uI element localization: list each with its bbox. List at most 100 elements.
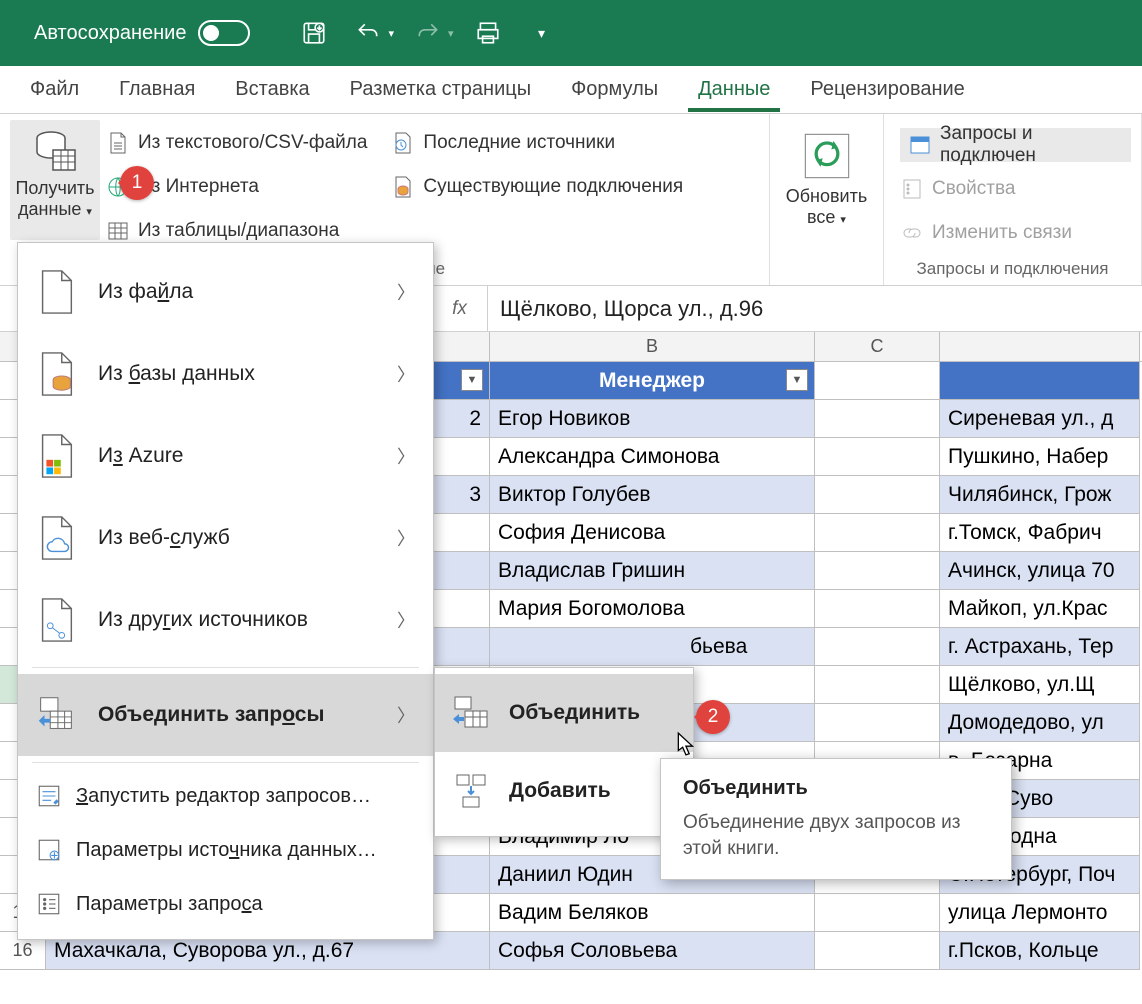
cell[interactable] (815, 400, 940, 438)
annotation-badge-2: 2 (696, 700, 730, 734)
cell[interactable]: бьева (490, 628, 815, 666)
table-icon (106, 219, 130, 243)
col-header-B[interactable]: B (490, 332, 815, 361)
get-data-label1: Получить (15, 178, 94, 198)
tab-formulas[interactable]: Формулы (551, 68, 678, 111)
from-csv-button[interactable]: Из текстового/CSV-файла (106, 126, 367, 160)
queries-icon (908, 133, 932, 157)
get-data-menu: Из файла 〉 Из базы данных 〉 Из Azure 〉 И… (17, 242, 434, 940)
database-icon (31, 128, 79, 176)
tab-data[interactable]: Данные (678, 68, 790, 111)
cell[interactable]: Александра Симонова (490, 438, 815, 476)
combine-icon (36, 692, 76, 738)
file-db-icon (36, 351, 76, 397)
ribbon-tabs: Файл Главная Вставка Разметка страницы Ф… (0, 66, 1142, 114)
append-icon (451, 771, 491, 811)
autosave-toggle[interactable] (198, 20, 250, 46)
tab-review[interactable]: Рецензирование (790, 68, 984, 111)
cell[interactable]: Виктор Голубев (490, 476, 815, 514)
fx-icon[interactable]: fx (432, 286, 488, 331)
cell[interactable]: Майкоп, ул.Крас (940, 590, 1140, 628)
menu-datasource-params[interactable]: Параметры источника данных… (18, 823, 433, 877)
chevron-right-icon: 〉 (397, 361, 415, 387)
redo-icon[interactable] (408, 13, 448, 53)
submenu-merge[interactable]: Объединить (435, 674, 693, 752)
cell[interactable] (815, 590, 940, 628)
refresh-label1: Обновить (786, 186, 868, 206)
cell[interactable]: г.Псков, Кольце (940, 932, 1140, 970)
menu-from-database[interactable]: Из базы данных 〉 (18, 333, 433, 415)
redo-caret[interactable]: ▾ (448, 27, 454, 40)
chevron-right-icon: 〉 (397, 525, 415, 551)
connection-icon (391, 175, 415, 199)
cell[interactable]: Домодедово, ул (940, 704, 1140, 742)
table-header-D[interactable] (940, 362, 1140, 400)
cell[interactable] (815, 362, 940, 400)
cell[interactable]: Вадим Беляков (490, 894, 815, 932)
editor-icon (36, 783, 62, 809)
print-icon[interactable] (468, 13, 508, 53)
cell[interactable]: Щёлково, ул.Щ (940, 666, 1140, 704)
existing-conn-button[interactable]: Существующие подключения (391, 170, 683, 204)
menu-from-other[interactable]: Из других источников 〉 (18, 579, 433, 661)
tab-file[interactable]: Файл (10, 68, 99, 111)
formula-input[interactable]: Щёлково, Щорса ул., д.96 (488, 296, 1142, 322)
links-icon (900, 221, 924, 245)
cell[interactable]: Егор Новиков (490, 400, 815, 438)
tab-home[interactable]: Главная (99, 68, 215, 111)
menu-combine-queries[interactable]: Объединить запросы 〉 (18, 674, 433, 756)
get-data-button[interactable]: Получитьданные ▾ (10, 120, 100, 240)
refresh-label2: все (807, 207, 835, 227)
cell[interactable]: Ачинск, улица 70 (940, 552, 1140, 590)
filter-icon[interactable]: ▼ (461, 369, 483, 391)
tooltip-body: Объединение двух запросов из этой книги. (683, 810, 989, 861)
merge-icon (451, 693, 491, 733)
file-icon (36, 269, 76, 315)
cell[interactable]: г.Томск, Фабрич (940, 514, 1140, 552)
refresh-all-button[interactable]: Обновитьвсе ▾ (780, 120, 873, 285)
cell[interactable]: Чилябинск, Грож (940, 476, 1140, 514)
params-icon (36, 891, 62, 917)
tab-page-layout[interactable]: Разметка страницы (330, 68, 551, 111)
file-csv-icon (106, 131, 130, 155)
menu-from-azure[interactable]: Из Azure 〉 (18, 415, 433, 497)
filter-icon[interactable]: ▼ (786, 369, 808, 391)
cell[interactable]: Мария Богомолова (490, 590, 815, 628)
cell[interactable] (815, 476, 940, 514)
col-header-D[interactable] (940, 332, 1140, 361)
chevron-right-icon: 〉 (397, 443, 415, 469)
submenu-append[interactable]: Добавить (435, 752, 693, 830)
cell[interactable]: София Денисова (490, 514, 815, 552)
cell[interactable] (815, 666, 940, 704)
recent-sources-button[interactable]: Последние источники (391, 126, 683, 160)
cell[interactable]: Сиреневая ул., д (940, 400, 1140, 438)
cell[interactable] (815, 932, 940, 970)
cell[interactable]: г. Астрахань, Тер (940, 628, 1140, 666)
menu-from-services[interactable]: Из веб-служб 〉 (18, 497, 433, 579)
cell[interactable]: Владислав Гришин (490, 552, 815, 590)
queries-connections-button[interactable]: Запросы и подключен (900, 128, 1131, 162)
cell[interactable] (815, 438, 940, 476)
cell[interactable] (815, 514, 940, 552)
file-other-icon (36, 597, 76, 643)
qat-customize-icon[interactable]: ▾ (522, 13, 562, 53)
cell[interactable]: Софья Соловьева (490, 932, 815, 970)
undo-caret[interactable]: ▾ (388, 27, 394, 40)
cell[interactable] (815, 704, 940, 742)
undo-icon[interactable] (348, 13, 388, 53)
col-header-C[interactable]: C (815, 332, 940, 361)
cell[interactable]: Пушкино, Набер (940, 438, 1140, 476)
chevron-right-icon: 〉 (397, 607, 415, 633)
menu-from-file[interactable]: Из файла 〉 (18, 251, 433, 333)
cell[interactable] (815, 552, 940, 590)
tab-insert[interactable]: Вставка (215, 68, 329, 111)
edit-links-button: Изменить связи (900, 216, 1131, 250)
cell[interactable] (815, 894, 940, 932)
save-icon[interactable] (294, 13, 334, 53)
menu-launch-editor[interactable]: Запустить редактор запросов… (18, 769, 433, 823)
table-header-manager[interactable]: Менеджер ▼ (490, 362, 815, 400)
cell[interactable] (815, 628, 940, 666)
menu-query-params[interactable]: Параметры запроса (18, 877, 433, 931)
properties-button: Свойства (900, 172, 1131, 206)
cell[interactable]: улица Лермонто (940, 894, 1140, 932)
